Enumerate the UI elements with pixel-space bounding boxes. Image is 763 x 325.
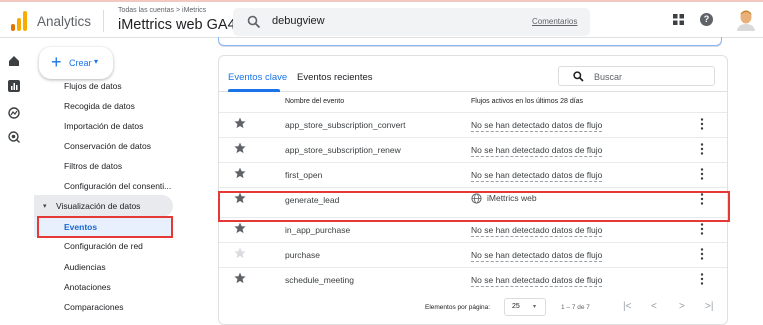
nav-section-label: Visualización de datos — [56, 201, 141, 211]
event-name-cell: schedule_meeting — [285, 275, 354, 285]
analytics-logo-icon[interactable] — [11, 11, 27, 31]
avatar[interactable] — [736, 9, 756, 31]
search-input[interactable]: debugview — [272, 15, 325, 27]
caret-down-icon: ▾ — [43, 203, 47, 210]
table-search[interactable]: Buscar — [558, 66, 715, 86]
more-vert-icon[interactable] — [700, 248, 704, 260]
page-range: 1 – 7 de 7 — [561, 304, 590, 311]
nav-section-data-display[interactable]: ▾ Visualización de datos — [34, 195, 173, 217]
table-row[interactable]: app_store_subscription_convert No se han … — [219, 112, 727, 137]
table-row[interactable]: app_store_subscription_renew No se han de… — [219, 137, 727, 162]
property-selector[interactable]: iMettrics web GA4▾ — [118, 17, 242, 33]
per-page-label: Elementos por página: — [425, 304, 491, 311]
search-icon — [573, 71, 584, 82]
feedback-link[interactable]: Comentarios — [532, 17, 577, 26]
search-bar[interactable]: debugview Comentarios — [233, 8, 590, 36]
flow-cell[interactable]: No se han detectado datos de flujo — [471, 145, 603, 157]
top-app-bar: Analytics Todas las cuentas > iMetrics i… — [0, 0, 763, 38]
nav-rail — [0, 38, 28, 318]
advertising-icon[interactable] — [8, 131, 20, 143]
plus-icon: + — [51, 52, 62, 72]
reports-icon[interactable] — [8, 80, 20, 92]
star-icon[interactable] — [234, 247, 246, 259]
nav-item-comparisons[interactable]: Comparaciones — [64, 302, 124, 312]
event-name-cell: purchase — [285, 250, 320, 260]
nav-item-audiences[interactable]: Audiencias — [64, 262, 106, 272]
star-icon[interactable] — [234, 117, 246, 129]
star-icon[interactable] — [234, 272, 246, 284]
events-card: Eventos clave Eventos recientes Buscar N… — [218, 55, 728, 325]
more-vert-icon[interactable] — [700, 118, 704, 130]
column-header-active-flows[interactable]: Flujos activos en los últimos 28 días — [471, 98, 583, 105]
more-vert-icon[interactable] — [700, 273, 704, 285]
more-vert-icon[interactable] — [700, 223, 704, 235]
more-vert-icon[interactable] — [700, 143, 704, 155]
highlight-annotation — [218, 191, 730, 222]
table-row[interactable]: schedule_meeting No se han detectado dato… — [219, 267, 727, 292]
nav-item-data-import[interactable]: Importación de datos — [64, 121, 143, 131]
nav-item-data-retention[interactable]: Conservación de datos — [64, 141, 151, 151]
account-breadcrumb[interactable]: Todas las cuentas > iMetrics — [118, 7, 206, 14]
flow-cell[interactable]: No se han detectado datos de flujo — [471, 170, 603, 182]
nav-item-data-filters[interactable]: Filtros de datos — [64, 161, 122, 171]
event-name-cell: app_store_subscription_convert — [285, 120, 406, 130]
active-tab-indicator — [228, 89, 280, 92]
nav-item-consent-settings[interactable]: Configuración del consenti... — [64, 181, 171, 191]
event-name-cell: in_app_purchase — [285, 225, 351, 235]
flow-cell[interactable]: No se han detectado datos de flujo — [471, 120, 603, 132]
help-icon[interactable]: ? — [700, 13, 713, 26]
next-page-icon[interactable]: > — [679, 301, 685, 312]
explore-icon[interactable] — [8, 107, 20, 119]
star-icon[interactable] — [234, 222, 246, 234]
highlight-annotation — [37, 216, 173, 238]
nav-item-network-config[interactable]: Configuración de red — [64, 241, 143, 251]
nav-item-data-collection[interactable]: Recogida de datos — [64, 101, 135, 111]
divider — [103, 10, 104, 32]
per-page-select[interactable]: 25 ▾ — [504, 298, 546, 316]
star-icon[interactable] — [234, 142, 246, 154]
create-button-label: Crear — [69, 58, 92, 68]
flow-cell[interactable]: No se han detectado datos de flujo — [471, 275, 603, 287]
nav-item-data-streams[interactable]: Flujos de datos — [64, 81, 122, 91]
home-icon[interactable] — [8, 55, 20, 67]
search-placeholder[interactable]: Buscar — [594, 72, 622, 82]
tab-key-events[interactable]: Eventos clave — [228, 72, 287, 83]
more-vert-icon[interactable] — [700, 168, 704, 180]
tab-recent-events[interactable]: Eventos recientes — [297, 72, 373, 83]
caret-down-icon: ▾ — [94, 57, 99, 66]
event-name-cell: app_store_subscription_renew — [285, 145, 401, 155]
star-icon[interactable] — [234, 167, 246, 179]
create-button[interactable]: + Crear ▾ — [39, 47, 113, 79]
per-page-value: 25 — [512, 303, 520, 310]
admin-left-nav: + Crear ▾ Flujos de datos Recogida de da… — [28, 38, 188, 318]
card-stub-edge — [218, 37, 722, 46]
prev-page-icon[interactable]: < — [651, 301, 657, 312]
first-page-icon[interactable]: |< — [623, 301, 631, 312]
nav-item-annotations[interactable]: Anotaciones — [64, 282, 111, 292]
search-icon — [247, 15, 261, 29]
column-header-event-name[interactable]: Nombre del evento — [285, 98, 344, 105]
pagination: Elementos por página: 25 ▾ 1 – 7 de 7 |<… — [219, 298, 727, 318]
table-row[interactable]: first_open No se han detectado datos de f… — [219, 162, 727, 187]
apps-grid-icon[interactable] — [673, 14, 684, 25]
tab-bar: Eventos clave Eventos recientes Buscar — [219, 56, 727, 92]
event-name-cell: first_open — [285, 170, 323, 180]
flow-cell[interactable]: No se han detectado datos de flujo — [471, 225, 603, 237]
table-row[interactable]: purchase No se han detectado datos de flu… — [219, 242, 727, 267]
last-page-icon[interactable]: >| — [705, 301, 713, 312]
card-stub — [218, 37, 722, 47]
app-name: Analytics — [37, 14, 92, 29]
caret-down-icon: ▾ — [533, 304, 537, 310]
flow-cell[interactable]: No se han detectado datos de flujo — [471, 250, 603, 262]
property-name: iMettrics web GA4 — [118, 17, 236, 33]
